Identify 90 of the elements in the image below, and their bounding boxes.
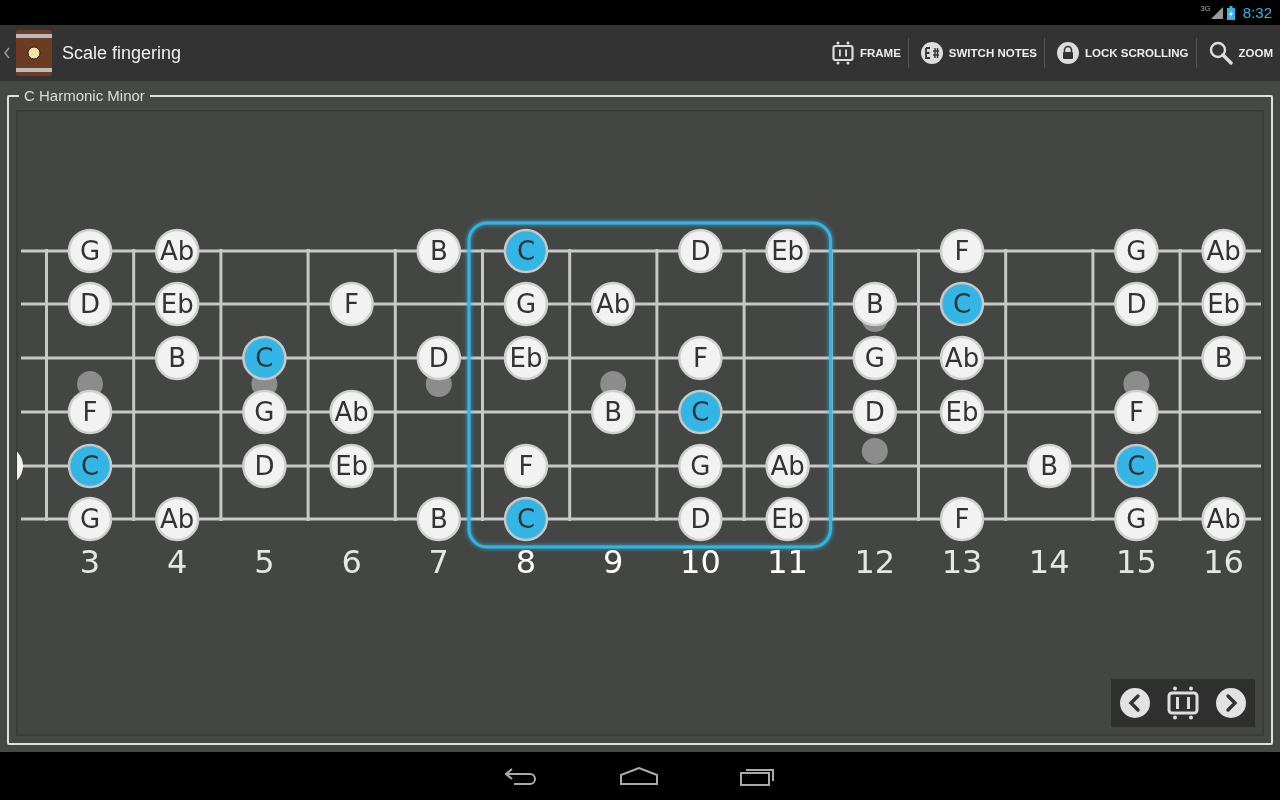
fret-number: 15 bbox=[1116, 543, 1157, 581]
note-marker: B bbox=[590, 389, 636, 435]
note-marker: G bbox=[1114, 228, 1159, 274]
note-marker: Eb bbox=[765, 228, 810, 274]
back-icon[interactable] bbox=[504, 766, 538, 786]
fret-number: 16 bbox=[1203, 543, 1244, 581]
root-note-marker: C bbox=[939, 281, 985, 327]
battery-icon bbox=[1226, 5, 1235, 20]
next-button[interactable] bbox=[1216, 688, 1247, 718]
fret-number: 3 bbox=[79, 543, 101, 581]
note-marker: Eb bbox=[154, 281, 200, 327]
chevron-left-icon bbox=[1119, 688, 1150, 718]
fret-number: 14 bbox=[1028, 543, 1070, 581]
note-marker: Eb bbox=[939, 389, 985, 435]
note-marker: B bbox=[416, 496, 462, 542]
network-type: 3G bbox=[1200, 4, 1211, 13]
note-marker: D bbox=[416, 335, 462, 381]
note-marker: G bbox=[242, 389, 287, 435]
note-marker: Ab bbox=[329, 389, 374, 435]
fret-number: 11 bbox=[767, 543, 808, 581]
note-marker: B bbox=[852, 281, 898, 327]
note-marker: F bbox=[67, 389, 113, 435]
note-marker: F bbox=[329, 281, 374, 327]
action-button[interactable]: FRAME bbox=[819, 25, 908, 81]
note-marker: D bbox=[678, 496, 723, 542]
note-marker: Ab bbox=[1201, 228, 1246, 274]
position-frame[interactable] bbox=[467, 221, 833, 549]
lock-icon bbox=[1057, 42, 1079, 64]
note-marker: Ab bbox=[765, 443, 810, 489]
note-marker: G bbox=[678, 443, 723, 489]
note-marker: Ab bbox=[154, 228, 200, 274]
clock-time: 8:32 bbox=[1242, 4, 1272, 21]
fret-number: 6 bbox=[341, 543, 362, 581]
fret-number: 13 bbox=[941, 543, 983, 581]
action-button[interactable]: SWITCH NOTES bbox=[908, 25, 1044, 81]
root-note-marker: C bbox=[503, 496, 549, 542]
back-chevron-icon bbox=[4, 47, 10, 59]
note-marker: F bbox=[678, 335, 723, 381]
root-note-marker: C bbox=[242, 335, 287, 381]
note-marker: Ab bbox=[1201, 496, 1246, 542]
note-marker: D bbox=[852, 389, 898, 435]
screen-title: Scale fingering bbox=[62, 42, 182, 64]
note-marker: G bbox=[1114, 496, 1159, 542]
fret-number: 5 bbox=[254, 543, 275, 581]
note-marker: G bbox=[67, 228, 113, 274]
home-icon[interactable] bbox=[620, 767, 658, 785]
app-logo-icon bbox=[16, 30, 52, 76]
root-note-marker: C bbox=[1114, 443, 1159, 489]
action-button[interactable]: ZOOM bbox=[1196, 25, 1280, 81]
note-marker: G bbox=[67, 496, 113, 542]
note-marker: D bbox=[242, 443, 287, 489]
action-button[interactable]: LOCK SCROLLING bbox=[1045, 25, 1196, 81]
previous-button[interactable] bbox=[1119, 688, 1150, 718]
note-marker: F bbox=[939, 228, 985, 274]
signal-icon bbox=[1210, 6, 1223, 19]
frame-icon bbox=[831, 41, 854, 65]
note-marker: F bbox=[503, 443, 549, 489]
search-icon bbox=[1208, 41, 1233, 65]
note-marker: Eb bbox=[765, 496, 810, 542]
note-marker: B bbox=[416, 228, 462, 274]
note-marker: Eb bbox=[329, 443, 374, 489]
note-marker: D bbox=[678, 228, 723, 274]
fret-number: 9 bbox=[603, 543, 624, 581]
note-marker: D bbox=[1114, 281, 1159, 327]
note-marker: B bbox=[154, 335, 200, 381]
root-note-marker: C bbox=[67, 443, 113, 489]
fret-number: 8 bbox=[515, 543, 537, 581]
chevron-right-icon bbox=[1216, 688, 1247, 718]
note-marker: G bbox=[852, 335, 898, 381]
note-marker: Ab bbox=[590, 281, 636, 327]
root-note-marker: C bbox=[678, 389, 723, 435]
note-marker: Eb bbox=[1201, 281, 1246, 327]
note-marker: B bbox=[1201, 335, 1246, 381]
note-marker: Eb bbox=[503, 335, 549, 381]
fret-number: 7 bbox=[428, 543, 449, 581]
note-marker: B bbox=[1026, 443, 1072, 489]
note-marker: F bbox=[939, 496, 985, 542]
inlay-dot bbox=[861, 438, 888, 464]
fret-number: 10 bbox=[680, 543, 721, 581]
frame-icon[interactable] bbox=[1167, 686, 1199, 720]
note-marker: F bbox=[1114, 389, 1159, 435]
root-note-marker: C bbox=[503, 228, 549, 274]
fret-number: 4 bbox=[167, 543, 188, 581]
note-marker: Ab bbox=[939, 335, 985, 381]
note-marker: G bbox=[503, 281, 549, 327]
note-marker: D bbox=[67, 281, 113, 327]
recent-apps-icon[interactable] bbox=[740, 766, 776, 786]
fret-number: 12 bbox=[854, 543, 896, 581]
note-marker: Ab bbox=[154, 496, 200, 542]
sharp-note-icon bbox=[920, 42, 943, 64]
